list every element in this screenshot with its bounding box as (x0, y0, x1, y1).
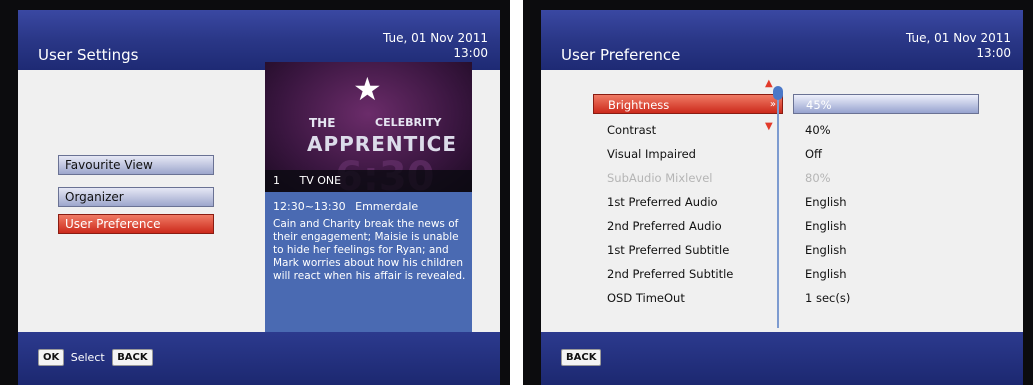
programme-time: 12:30~13:30 (273, 200, 346, 213)
content-area: ▲ ▼ Brightness » Contrast Visual Impaire… (541, 70, 1023, 332)
pref-label-brightness[interactable]: Brightness » (593, 94, 783, 114)
time-label: 13:00 (976, 46, 1011, 60)
programme-poster: ★ THE CELEBRITY APPRENTICE 6:30 1 TV ONE (265, 62, 472, 192)
pref-label-subaudio-mixlevel: SubAudio Mixlevel (607, 171, 713, 185)
pref-label-1st-preferred-subtitle[interactable]: 1st Preferred Subtitle (593, 240, 783, 260)
pref-label-visual-impaired[interactable]: Visual Impaired (593, 144, 783, 164)
channel-bar: 1 TV ONE (265, 170, 472, 192)
arrow-up-icon[interactable]: ▲ (765, 78, 773, 89)
menu-item-user-preference[interactable]: User Preference (58, 214, 214, 234)
scrollbar-track[interactable] (777, 92, 779, 328)
pref-value-1st-preferred-audio[interactable]: English (793, 192, 979, 212)
pref-value-2nd-preferred-subtitle[interactable]: English (793, 264, 979, 284)
pref-value-1st-preferred-subtitle[interactable]: English (793, 240, 979, 260)
pref-label-osd-timeout[interactable]: OSD TimeOut (593, 288, 783, 308)
date-label: Tue, 01 Nov 2011 (906, 31, 1011, 45)
pref-label-2nd-preferred-subtitle[interactable]: 2nd Preferred Subtitle (593, 264, 783, 284)
time-label: 13:00 (453, 46, 488, 60)
back-key[interactable]: BACK (561, 349, 602, 366)
scrollbar-thumb[interactable] (773, 86, 783, 100)
poster-text: APPRENTICE (307, 132, 458, 156)
programme-time-title: 12:30~13:30 Emmerdale (273, 200, 418, 213)
channel-number: 1 (273, 174, 280, 187)
star-figure-icon: ★ (353, 70, 382, 108)
programme-preview: ★ THE CELEBRITY APPRENTICE 6:30 1 TV ONE… (265, 62, 472, 332)
header-bar: User Settings Tue, 01 Nov 2011 13:00 (18, 10, 500, 70)
tv-screen-user-preference: User Preference Tue, 01 Nov 2011 13:00 ▲… (523, 0, 1033, 385)
pref-value-contrast[interactable]: 40% (793, 120, 979, 140)
footer-hints: OK Select BACK (38, 349, 153, 366)
poster-text: THE (309, 116, 336, 130)
pref-label-contrast[interactable]: Contrast (593, 120, 783, 140)
tv-screen-user-settings: User Settings Tue, 01 Nov 2011 13:00 Fav… (0, 0, 510, 385)
datetime: Tue, 01 Nov 2011 13:00 (906, 31, 1011, 61)
pref-value-visual-impaired[interactable]: Off (793, 144, 979, 164)
datetime: Tue, 01 Nov 2011 13:00 (383, 31, 488, 61)
menu-item-favourite-view[interactable]: Favourite View (58, 155, 214, 175)
menu-item-organizer[interactable]: Organizer (58, 187, 214, 207)
header-bar: User Preference Tue, 01 Nov 2011 13:00 (541, 10, 1023, 70)
pref-value-subaudio-mixlevel: 80% (805, 171, 831, 185)
footer-bar: OK Select BACK (18, 332, 500, 385)
ok-key[interactable]: OK (38, 349, 65, 366)
back-key[interactable]: BACK (112, 349, 153, 366)
programme-title: Emmerdale (355, 200, 419, 213)
programme-description: Cain and Charity break the news of their… (273, 218, 466, 282)
channel-name: TV ONE (299, 174, 342, 187)
pref-value-brightness[interactable]: 45% (793, 94, 979, 114)
pref-value-osd-timeout[interactable]: 1 sec(s) (793, 288, 979, 308)
date-label: Tue, 01 Nov 2011 (383, 31, 488, 45)
page-title: User Settings (38, 46, 139, 64)
pref-label-1st-preferred-audio[interactable]: 1st Preferred Audio (593, 192, 783, 212)
select-hint: Select (70, 351, 105, 364)
pref-label-text: Brightness (608, 98, 670, 112)
pref-label-2nd-preferred-audio[interactable]: 2nd Preferred Audio (593, 216, 783, 236)
footer-bar: BACK (541, 332, 1023, 385)
pref-value-2nd-preferred-audio[interactable]: English (793, 216, 979, 236)
footer-hints: BACK (561, 349, 602, 366)
page-title: User Preference (561, 46, 681, 64)
poster-text: CELEBRITY (375, 116, 442, 129)
